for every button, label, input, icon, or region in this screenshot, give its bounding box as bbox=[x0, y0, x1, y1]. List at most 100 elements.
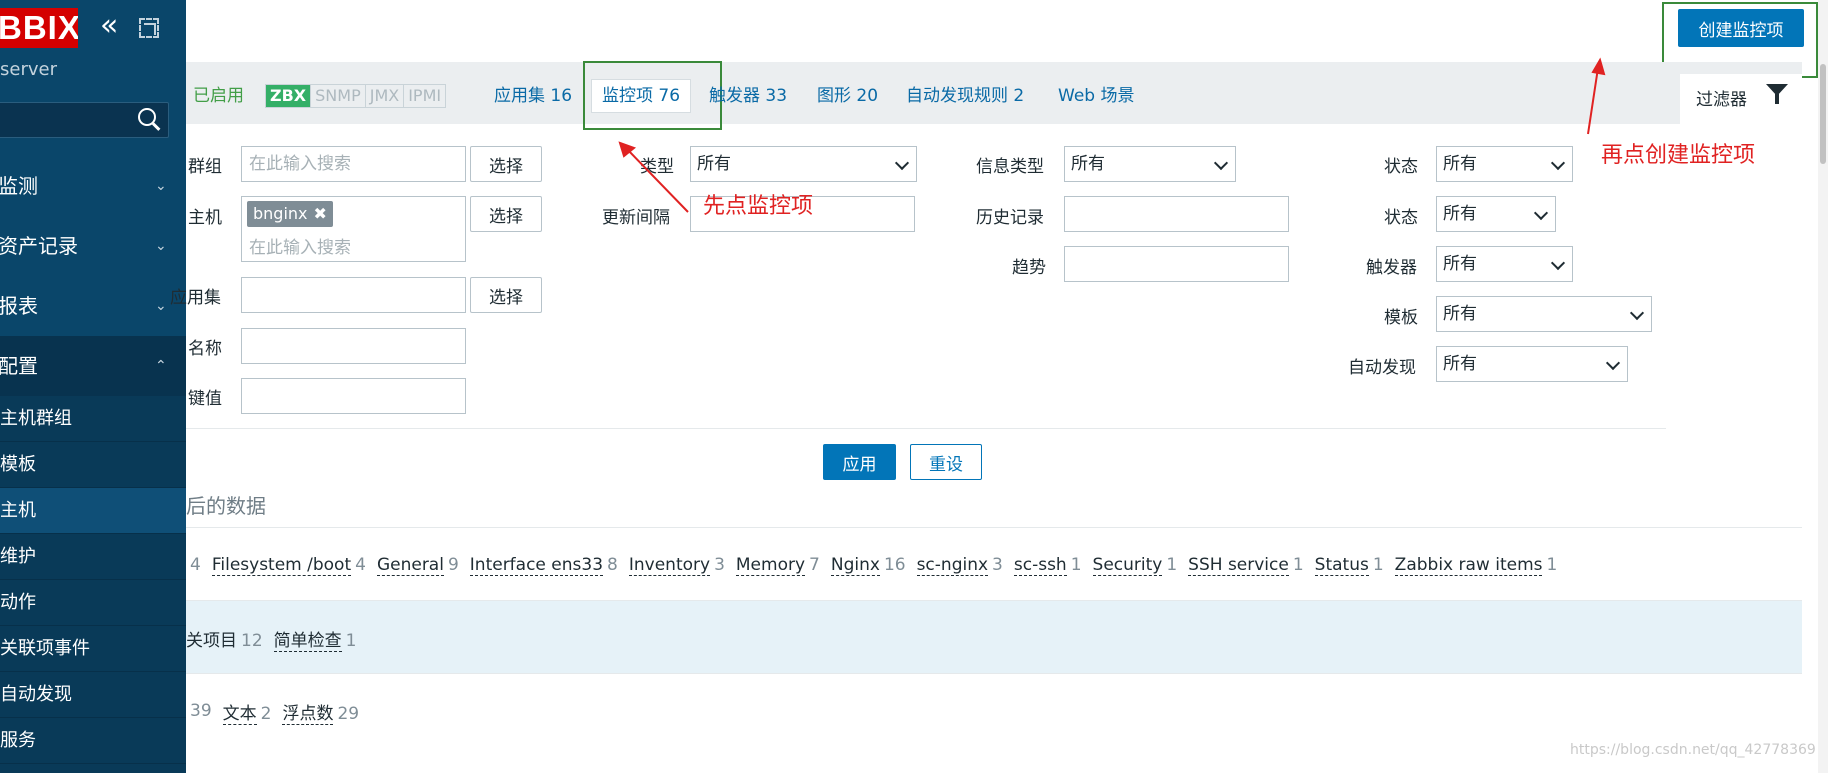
submenu-templates[interactable]: 模板 bbox=[0, 442, 186, 488]
subfilter-entry[interactable]: Status 1 bbox=[1314, 555, 1384, 576]
application-input[interactable] bbox=[241, 277, 466, 313]
host-multiselect[interactable]: bnginx ✖ 在此输入搜索 bbox=[241, 196, 466, 262]
subfilter-name[interactable]: Interface ens33 bbox=[469, 555, 604, 576]
tab-graphs[interactable]: 图形 20 bbox=[817, 84, 878, 108]
subfilter-name[interactable]: sc-nginx bbox=[916, 555, 989, 576]
triggers-select[interactable]: 所有 bbox=[1436, 246, 1573, 282]
tab-triggers[interactable]: 触发器 33 bbox=[709, 84, 787, 108]
subfilter-name[interactable]: Security bbox=[1092, 555, 1163, 576]
tab-graphs-label: 图形 bbox=[817, 86, 851, 106]
menu-monitoring[interactable]: 监测 ⌄ bbox=[0, 156, 186, 216]
zabbix-logo[interactable]: BBIX bbox=[0, 8, 78, 48]
subfilter-name[interactable]: SSH service bbox=[1188, 555, 1289, 576]
trends-input[interactable] bbox=[1064, 246, 1289, 282]
submenu-event-correlation[interactable]: 关联项事件 bbox=[0, 626, 186, 672]
scrollbar-thumb[interactable] bbox=[1820, 64, 1826, 164]
discovered-select[interactable]: 所有 bbox=[1436, 346, 1628, 382]
apply-button[interactable]: 应用 bbox=[823, 444, 896, 480]
menu-reports-label: 报表 bbox=[0, 294, 38, 318]
template-select[interactable]: 所有 bbox=[1436, 296, 1652, 332]
submenu-services[interactable]: 服务 bbox=[0, 718, 186, 764]
host-status-enabled[interactable]: 已启用 bbox=[193, 84, 244, 108]
filter-funnel-icon[interactable] bbox=[1766, 84, 1788, 106]
subfilter-count: 1 bbox=[1166, 555, 1178, 575]
subfilter-name[interactable]: Nginx bbox=[830, 555, 880, 576]
menu-reports[interactable]: 报表 ⌄ bbox=[0, 276, 186, 336]
subfilter-name[interactable]: 文本 bbox=[222, 703, 257, 725]
subfilter-entry[interactable]: 文本 2 bbox=[222, 699, 271, 725]
search-icon[interactable] bbox=[138, 108, 162, 132]
host-search-placeholder[interactable]: 在此输入搜索 bbox=[249, 233, 351, 258]
collapse-sidebar-icon[interactable]: « bbox=[100, 11, 128, 42]
tab-graphs-count: 20 bbox=[856, 86, 879, 106]
subfilter-count: 39 bbox=[190, 701, 212, 721]
subfilter-count: 3 bbox=[714, 555, 725, 575]
subfilter-entry[interactable]: Interface ens33 8 bbox=[469, 555, 618, 576]
subfilter-name[interactable]: 浮点数 bbox=[282, 703, 334, 725]
submenu-discovery[interactable]: 自动发现 bbox=[0, 672, 186, 718]
tab-discovery-rules[interactable]: 自动发现规则 2 bbox=[906, 84, 1024, 108]
submenu-host-groups[interactable]: 主机群组 bbox=[0, 396, 186, 442]
subfilter-entry[interactable]: sc-ssh 1 bbox=[1013, 555, 1082, 576]
key-input[interactable] bbox=[241, 378, 466, 414]
subfilter-count: 8 bbox=[607, 555, 618, 575]
subfilter-name[interactable]: sc-ssh bbox=[1013, 555, 1067, 576]
configuration-submenu: 主机群组 模板 主机 维护 动作 关联项事件 自动发现 服务 bbox=[0, 396, 186, 773]
subfilter-name[interactable]: Zabbix raw items bbox=[1394, 555, 1543, 576]
submenu-hosts[interactable]: 主机 bbox=[0, 488, 186, 534]
type-label: 类型 bbox=[640, 157, 674, 177]
type-select[interactable]: 所有 bbox=[690, 146, 917, 182]
subfilter-name[interactable]: Status bbox=[1314, 555, 1369, 576]
menu-inventory[interactable]: 资产记录 ⌄ bbox=[0, 216, 186, 276]
application-select-button[interactable]: 选择 bbox=[470, 277, 542, 313]
subfilter-entry[interactable]: Memory 7 bbox=[735, 555, 820, 576]
annotation-click-items-first: 先点监控项 bbox=[703, 194, 814, 219]
triggers-label: 触发器 bbox=[1366, 258, 1417, 278]
chevron-down-icon: ⌄ bbox=[155, 178, 167, 194]
subfilter-info-types-row: 39 文本 2 浮点数 29 bbox=[186, 673, 1802, 747]
subfilter-entry[interactable]: sc-nginx 3 bbox=[916, 555, 1003, 576]
history-input[interactable] bbox=[1064, 196, 1289, 232]
subfilter-applications-list: 4 Filesystem /boot 4 General 9 Interface e… bbox=[186, 528, 1568, 602]
subfilter-name[interactable]: Inventory bbox=[628, 555, 711, 576]
menu-configuration[interactable]: 配置 ⌃ bbox=[0, 336, 186, 396]
subfilter-entry[interactable]: 4 bbox=[186, 555, 201, 575]
subfilter-name[interactable]: Filesystem /boot bbox=[211, 555, 352, 576]
kiosk-mode-icon[interactable] bbox=[139, 18, 159, 38]
subfilter-entry[interactable]: 39 bbox=[186, 701, 212, 721]
subfilter-entry[interactable]: 浮点数 29 bbox=[282, 699, 359, 725]
status-select[interactable]: 所有 bbox=[1436, 196, 1556, 232]
subfilter-name[interactable]: General bbox=[376, 555, 444, 576]
subfilter-count: 7 bbox=[809, 555, 820, 575]
subfilter-name[interactable]: Memory bbox=[735, 555, 806, 576]
subfilter-entry[interactable]: Nginx 16 bbox=[830, 555, 906, 576]
subfilter-info-types-list: 39 文本 2 浮点数 29 bbox=[186, 674, 370, 748]
subfilter-name[interactable]: 关项目 bbox=[186, 631, 237, 651]
subfilter-entry[interactable]: SSH service 1 bbox=[1188, 555, 1304, 576]
subfilter-entry[interactable]: Security 1 bbox=[1092, 555, 1178, 576]
tab-web-scenarios[interactable]: Web 场景 bbox=[1058, 84, 1134, 108]
host-group-select-button[interactable]: 选择 bbox=[470, 146, 542, 182]
create-item-button[interactable]: 创建监控项 bbox=[1678, 9, 1804, 47]
remove-tag-icon[interactable]: ✖ bbox=[314, 204, 327, 223]
subfilter-entry[interactable]: Filesystem /boot 4 bbox=[211, 555, 366, 576]
subfilter-entry[interactable]: 简单检查 1 bbox=[273, 626, 356, 652]
subfilter-entry[interactable]: Zabbix raw items 1 bbox=[1394, 555, 1557, 576]
filter-label[interactable]: 过滤器 bbox=[1696, 85, 1747, 110]
state-select[interactable]: 所有 bbox=[1436, 146, 1573, 182]
subfilter-name[interactable]: 简单检查 bbox=[273, 630, 342, 652]
triggers-select-value: 所有 bbox=[1443, 254, 1477, 274]
name-input[interactable] bbox=[241, 328, 466, 364]
submenu-actions[interactable]: 动作 bbox=[0, 580, 186, 626]
subfilter-entry[interactable]: 关项目 12 bbox=[186, 626, 263, 651]
host-select-button[interactable]: 选择 bbox=[470, 196, 542, 232]
submenu-maintenance[interactable]: 维护 bbox=[0, 534, 186, 580]
subfilter-entry[interactable]: Inventory 3 bbox=[628, 555, 725, 576]
tab-items[interactable]: 监控项 76 bbox=[591, 79, 691, 113]
subfilter-entry[interactable]: General 9 bbox=[376, 555, 459, 576]
host-group-input[interactable]: 在此输入搜索 bbox=[241, 146, 466, 182]
tab-triggers-count: 33 bbox=[765, 86, 788, 106]
reset-button[interactable]: 重设 bbox=[910, 444, 982, 480]
info-type-select[interactable]: 所有 bbox=[1064, 146, 1236, 182]
tab-applications[interactable]: 应用集 16 bbox=[494, 84, 572, 108]
